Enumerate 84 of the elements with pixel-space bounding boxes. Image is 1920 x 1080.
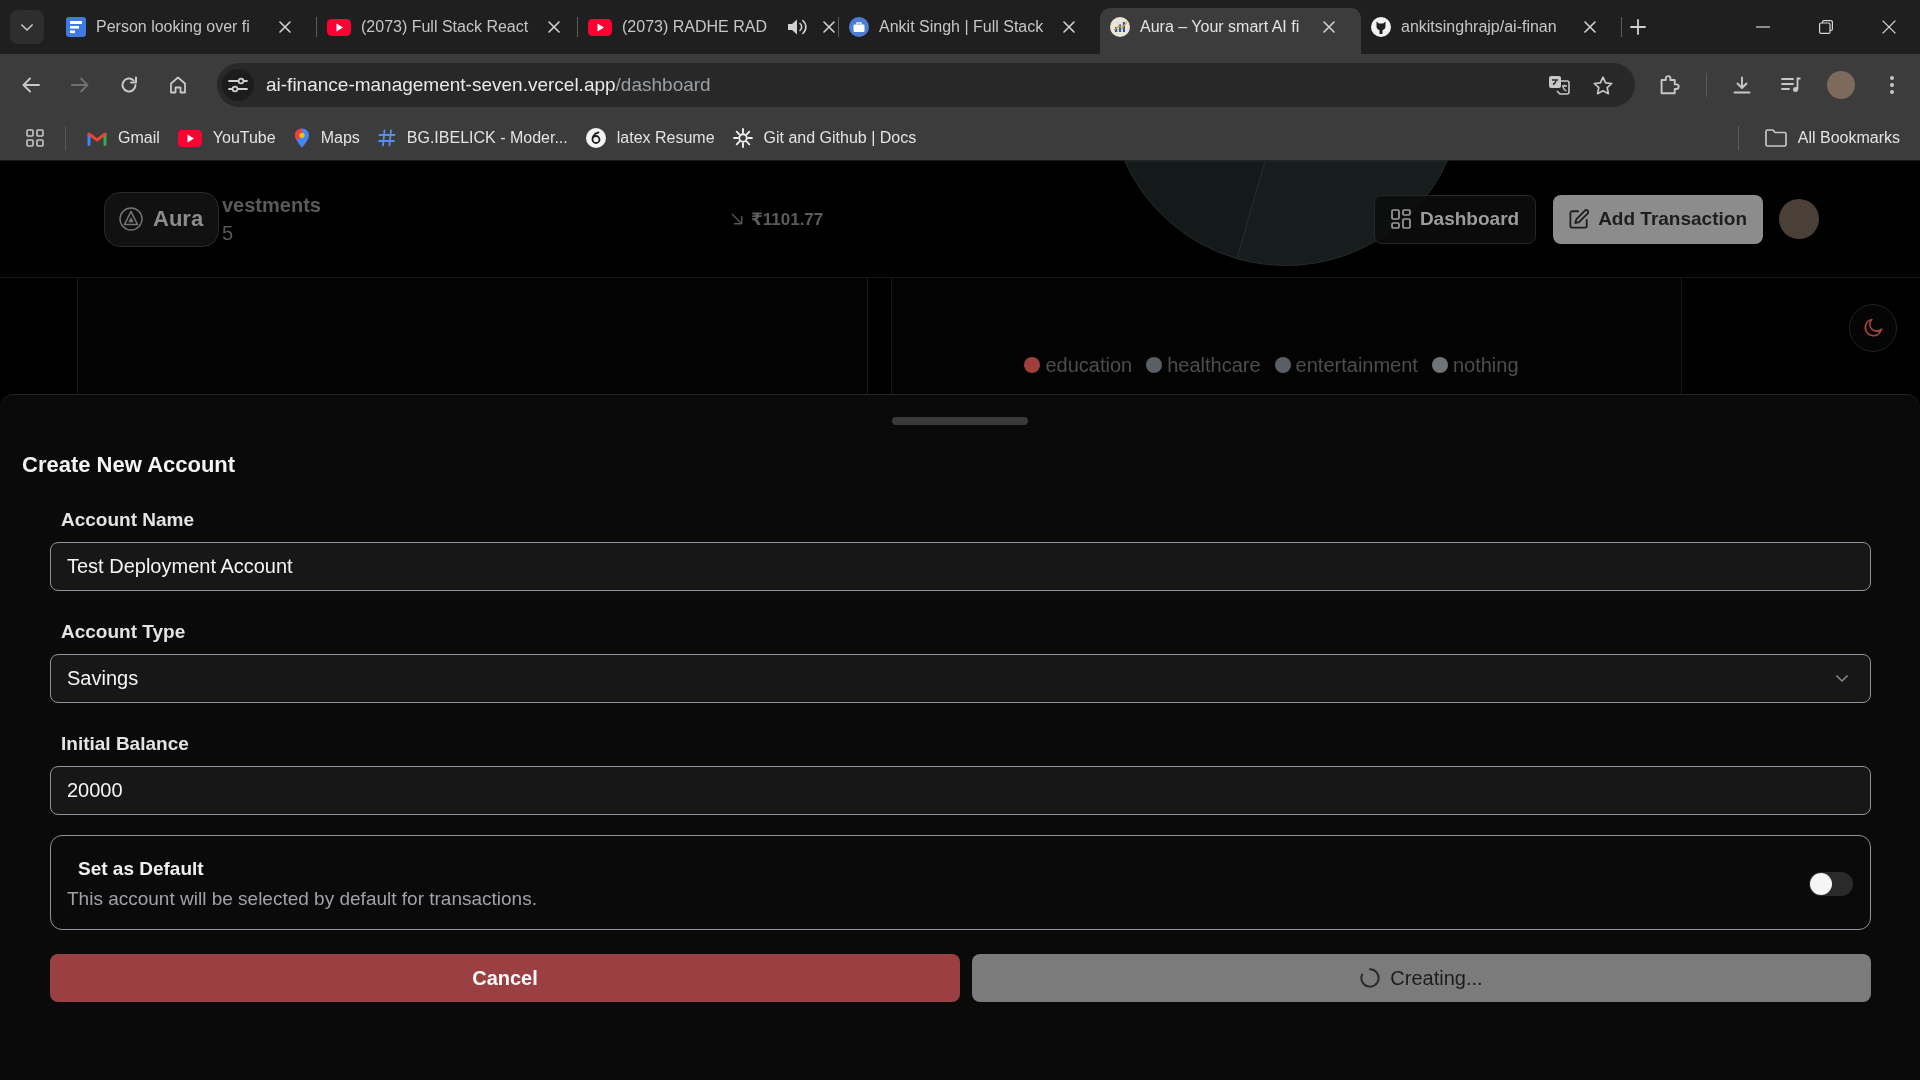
play-icon <box>327 18 351 36</box>
apps-grid-icon[interactable] <box>26 129 44 147</box>
browser-tab[interactable]: Ankit Singh | Full Stack <box>839 8 1100 54</box>
legend-label: nothing <box>1452 353 1519 377</box>
chevron-down-icon <box>1836 675 1848 682</box>
reload-icon[interactable] <box>120 76 138 94</box>
close-icon[interactable] <box>279 21 291 33</box>
legend-label: healthcare <box>1167 353 1261 377</box>
speaker-icon[interactable] <box>786 18 807 36</box>
site-settings-icon[interactable] <box>222 69 254 101</box>
all-bookmarks-button[interactable]: All Bookmarks <box>1764 129 1900 147</box>
restore-icon[interactable] <box>1818 20 1833 34</box>
toggle-switch[interactable] <box>1809 871 1853 896</box>
back-arrow-icon[interactable] <box>22 77 40 93</box>
close-icon[interactable] <box>548 21 561 33</box>
edit-icon <box>1569 209 1590 229</box>
triangle-logo-icon <box>119 207 143 231</box>
setting-description: This account will be selected by default for transactions. <box>67 887 537 910</box>
url-text: ai-finance-management-seven.vercel.app/dashboard <box>266 74 711 96</box>
cancel-button[interactable]: Cancel <box>50 954 960 1002</box>
bookmark-link[interactable]: YouTube <box>169 129 284 147</box>
minimize-icon[interactable] <box>1755 26 1770 28</box>
hash-icon <box>377 129 396 147</box>
arrow-down-right-icon <box>730 213 743 225</box>
close-icon[interactable] <box>1323 21 1335 33</box>
tab-list-button[interactable] <box>10 10 44 44</box>
legend-label: entertainment <box>1295 353 1418 377</box>
theme-toggle-button[interactable] <box>1849 304 1897 352</box>
bookmark-link[interactable]: latex Resume <box>577 128 723 148</box>
amount-text: ₹1101.77 <box>750 208 824 230</box>
input-field[interactable]: Test Deployment Account <box>50 542 1871 591</box>
close-icon[interactable] <box>822 21 835 33</box>
burst-icon <box>732 128 753 148</box>
play-icon <box>588 18 612 36</box>
field-label: Account Name <box>61 508 195 531</box>
star-icon[interactable] <box>1593 75 1613 95</box>
spinner-icon <box>1360 968 1381 988</box>
moon-icon <box>1863 318 1883 338</box>
close-icon[interactable] <box>1584 21 1596 33</box>
bookmark-link[interactable]: Git and Github | Docs <box>724 128 925 148</box>
bookmark-link[interactable]: Gmail <box>79 129 168 147</box>
grid-icon <box>1390 209 1411 229</box>
logo-link[interactable]: Aura <box>104 191 219 247</box>
browser-tab[interactable]: ankitsinghrajp/ai-finan <box>1361 8 1622 54</box>
submit-button[interactable]: Creating... <box>972 954 1871 1002</box>
browser-tab[interactable]: Person looking over fi <box>56 8 317 54</box>
close-icon[interactable] <box>1063 21 1076 33</box>
nav-button[interactable]: Dashboard <box>1373 194 1537 244</box>
document-icon <box>66 17 86 37</box>
field-label: Initial Balance <box>61 732 189 755</box>
more-options-icon[interactable] <box>1890 76 1894 94</box>
legend-label: education <box>1045 353 1133 377</box>
card-title: vestments <box>222 193 321 217</box>
primary-button[interactable]: Add Transaction <box>1553 194 1763 244</box>
drawer-title: Create New Account <box>22 452 236 478</box>
mail-icon <box>87 130 107 146</box>
plus-icon[interactable] <box>1630 19 1646 35</box>
briefcase-icon <box>849 17 869 37</box>
bookmark-link[interactable]: Maps <box>285 128 368 148</box>
user-avatar <box>1779 199 1819 239</box>
translate-icon[interactable] <box>1548 75 1570 95</box>
swirl-icon <box>585 128 606 148</box>
puzzle-icon[interactable] <box>1660 75 1680 95</box>
address-bar[interactable]: ai-finance-management-seven.vercel.app/dashboard <box>217 63 1635 107</box>
home-icon[interactable] <box>169 76 187 94</box>
chevron-down-icon <box>21 23 33 31</box>
close-icon[interactable] <box>1881 20 1896 34</box>
map-pin-icon <box>293 128 310 148</box>
browser-tab[interactable]: (2073) Full Stack React <box>317 8 578 54</box>
select-field[interactable]: Savings <box>50 654 1871 703</box>
cat-silhouette-icon <box>1371 17 1391 37</box>
bookmark-link[interactable]: BG.IBELICK - Moder... <box>369 129 576 147</box>
playlist-icon[interactable] <box>1781 77 1801 93</box>
setting-title: Set as Default <box>78 857 204 880</box>
browser-tab[interactable]: Aura – Your smart AI fi <box>1100 8 1361 54</box>
card-value: 5 <box>222 221 234 245</box>
play-icon <box>177 129 202 147</box>
folder-icon <box>1764 129 1787 147</box>
bar-chart-icon <box>1110 17 1130 37</box>
download-icon[interactable] <box>1733 76 1751 94</box>
browser-tab[interactable]: (2073) RADHE RAD <box>578 8 839 54</box>
field-label: Account Type <box>61 620 186 643</box>
input-field[interactable]: 20000 <box>50 766 1871 815</box>
drag-handle[interactable] <box>892 417 1028 425</box>
